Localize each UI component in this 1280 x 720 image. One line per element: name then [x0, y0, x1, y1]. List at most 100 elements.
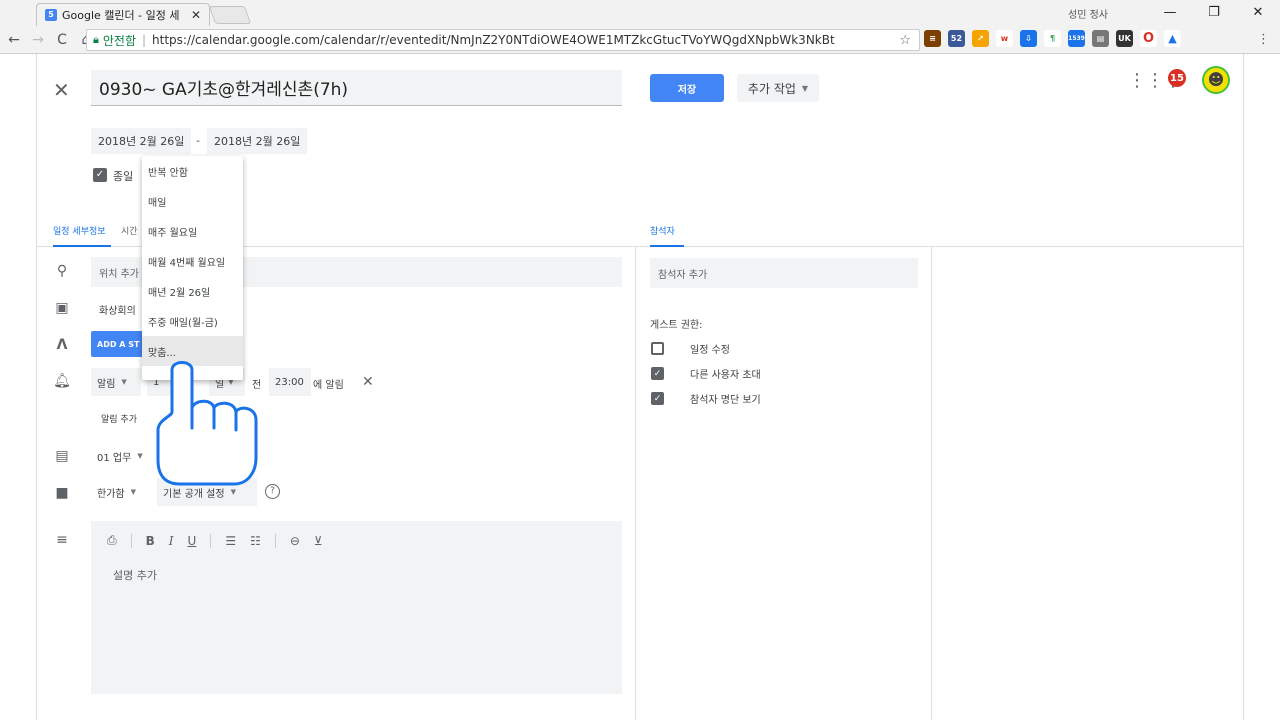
repeat-option[interactable]: 반복 안함 — [142, 156, 243, 186]
underline-button[interactable]: U — [188, 534, 197, 548]
browser-toolbar: ← → C ⌂ 🔒︎ 안전함 | https://calendar.google… — [0, 26, 1280, 54]
minimize-icon[interactable]: — — [1148, 0, 1192, 24]
addastep-icon: Λ — [56, 337, 68, 353]
extension-icons: ≡ 52 ↗ w ⇩ ¶ 1539 ▤ UK O ▲ — [924, 30, 1181, 47]
tab-event-details[interactable]: 일정 세부정보 — [53, 224, 106, 237]
extension-icon[interactable]: w — [996, 30, 1013, 47]
close-icon[interactable]: ✕ — [53, 78, 70, 102]
briefcase-icon: ■ — [55, 485, 69, 501]
forward-icon[interactable]: → — [28, 32, 48, 48]
description-placeholder: 설명 추가 — [113, 569, 157, 582]
notification-badge[interactable]: 15 — [1168, 69, 1186, 87]
guest-permissions-title: 게스트 권한: — [650, 320, 703, 331]
bell-icon: 🔔︎ — [53, 373, 71, 389]
description-icon: ≡ — [56, 532, 68, 548]
repeat-option[interactable]: 매월 4번째 월요일 — [142, 246, 243, 276]
lock-icon: 🔒︎ — [93, 33, 99, 46]
chevron-down-icon: ▼ — [121, 378, 127, 386]
new-tab-button[interactable] — [208, 6, 252, 24]
calendar-select[interactable]: 01 업무 ▼ — [91, 442, 157, 470]
address-bar[interactable]: 🔒︎ 안전함 | https://calendar.google.com/cal… — [86, 29, 920, 51]
extension-icon[interactable]: ↗ — [972, 30, 989, 47]
permission-see-guest-list[interactable]: ✓ 참석자 명단 보기 — [651, 391, 761, 406]
reload-icon[interactable]: C — [52, 32, 72, 48]
extension-icon[interactable]: ▤ — [1092, 30, 1109, 47]
permission-checkbox[interactable] — [651, 342, 664, 355]
extension-icon[interactable]: ≡ — [924, 30, 941, 47]
more-actions-label: 추가 작업 — [747, 81, 796, 96]
alert-type-select[interactable]: 알림 ▼ — [91, 368, 141, 396]
save-button[interactable]: 저장 — [650, 74, 724, 102]
start-date-field[interactable]: 2018년 2월 26일 — [91, 128, 192, 154]
bold-button[interactable]: B — [146, 534, 155, 548]
link-icon[interactable]: ⊖ — [290, 534, 300, 548]
event-title-input[interactable]: 0930~ GA기초@한겨레신촌(7h) — [91, 70, 622, 106]
bulleted-list-icon[interactable]: ☷ — [250, 534, 261, 548]
extension-icon[interactable]: ⇩ — [1020, 30, 1037, 47]
window-titlebar: 5 Google 캘린더 - 일정 세 ✕ 성민 정사 — ❐ ✕ — [0, 0, 1280, 26]
extension-badge-uk-icon[interactable]: UK — [1116, 30, 1133, 47]
hand-pointer-icon — [156, 361, 258, 486]
calendar-select-label: 01 업무 — [97, 452, 132, 464]
bookmark-star-icon[interactable]: ☆ — [899, 33, 911, 48]
alert-type-label: 알림 — [97, 378, 116, 390]
extension-badge-52-icon[interactable]: 52 — [948, 30, 965, 47]
numbered-list-icon[interactable]: ☰ — [225, 534, 236, 548]
tab-close-icon[interactable]: ✕ — [191, 8, 201, 22]
tab-guests[interactable]: 참석자 — [650, 224, 675, 237]
extension-icon[interactable]: ¶ — [1044, 30, 1061, 47]
extension-badge-1539-icon[interactable]: 1539 — [1068, 30, 1085, 47]
extension-icon[interactable]: ▲ — [1164, 30, 1181, 47]
tab-title: Google 캘린더 - 일정 세 — [62, 9, 180, 22]
end-date-field[interactable]: 2018년 2월 26일 — [207, 128, 308, 154]
avatar[interactable]: ☻ — [1202, 66, 1230, 94]
repeat-option[interactable]: 매일 — [142, 186, 243, 216]
alert-suffix-label: 에 알림 — [313, 380, 344, 391]
add-guest-input[interactable]: 참석자 추가 — [650, 258, 918, 288]
remove-alert-icon[interactable]: ✕ — [362, 374, 374, 390]
video-call-icon: ▣ — [55, 300, 69, 316]
calendar-favicon-icon: 5 — [45, 9, 57, 21]
profile-name[interactable]: 성민 정사 — [1068, 6, 1108, 21]
permission-label: 일정 수정 — [690, 345, 730, 356]
chevron-down-icon: ▼ — [801, 83, 809, 93]
repeat-option[interactable]: 주중 매일(월-금) — [142, 306, 243, 336]
allday-label: 종일 — [113, 170, 134, 183]
url-text: https://calendar.google.com/calendar/r/e… — [152, 33, 835, 47]
busy-select[interactable]: 한가함 ▼ — [91, 478, 151, 506]
permission-label: 다른 사용자 초대 — [690, 370, 761, 381]
repeat-dropdown-menu: 반복 안함 매일 매주 월요일 매월 4번째 월요일 매년 2월 26일 주중 … — [142, 156, 243, 380]
repeat-option[interactable]: 매년 2월 26일 — [142, 276, 243, 306]
permission-invite-others[interactable]: ✓ 다른 사용자 초대 — [651, 366, 761, 381]
repeat-option[interactable]: 매주 월요일 — [142, 216, 243, 246]
clear-format-icon[interactable]: ⊻ — [314, 534, 323, 548]
permission-label: 참석자 명단 보기 — [690, 395, 761, 406]
permission-checkbox[interactable]: ✓ — [651, 367, 664, 380]
busy-select-label: 한가함 — [97, 488, 125, 500]
opera-icon[interactable]: O — [1140, 30, 1157, 47]
browser-menu-icon[interactable]: ⋮ — [1257, 32, 1270, 47]
secure-label: 안전함 — [102, 33, 136, 48]
browser-tab[interactable]: 5 Google 캘린더 - 일정 세 ✕ — [36, 3, 210, 26]
italic-button[interactable]: I — [169, 534, 174, 548]
window-close-icon[interactable]: ✕ — [1236, 0, 1280, 24]
column-divider — [931, 247, 932, 720]
permission-modify-event[interactable]: 일정 수정 — [651, 341, 730, 356]
chevron-down-icon: ▼ — [130, 488, 136, 496]
attachment-icon[interactable]: ⎙ — [107, 533, 117, 548]
tab-find-time[interactable]: 시간 — [121, 224, 138, 237]
permission-checkbox[interactable]: ✓ — [651, 392, 664, 405]
video-call-label[interactable]: 화상회의 — [99, 302, 136, 317]
allday-checkbox[interactable]: ✓ — [93, 168, 107, 182]
location-icon: ⚲ — [56, 263, 68, 279]
format-toolbar: ⎙ B I U ☰ ☷ ⊖ ⊻ — [107, 533, 323, 548]
column-divider — [635, 247, 636, 720]
calendar-icon: ▤ — [55, 448, 69, 464]
chevron-down-icon: ▼ — [137, 452, 143, 460]
date-separator: - — [196, 134, 200, 147]
back-icon[interactable]: ← — [4, 32, 24, 48]
more-actions-button[interactable]: 추가 작업 ▼ — [737, 74, 819, 102]
description-editor[interactable]: ⎙ B I U ☰ ☷ ⊖ ⊻ 설명 추가 — [91, 521, 622, 694]
restore-icon[interactable]: ❐ — [1192, 0, 1236, 24]
add-alert-link[interactable]: 알림 추가 — [101, 412, 137, 425]
